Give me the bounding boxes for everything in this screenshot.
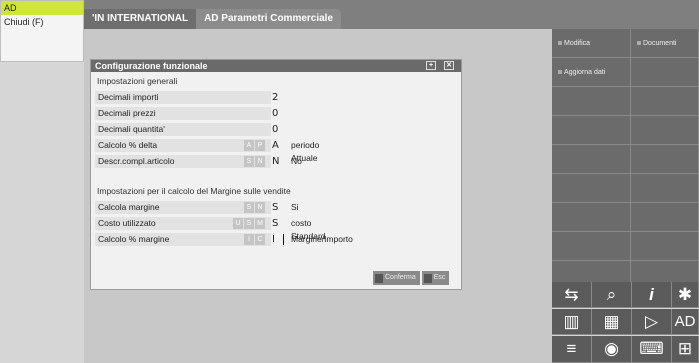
option-button-s[interactable]: S (244, 202, 254, 213)
option-buttons: U S M (233, 218, 265, 229)
sidebar-slot[interactable] (552, 174, 631, 203)
section-general-title: Impostazioni generali (97, 76, 178, 86)
value-field[interactable]: 2 (272, 91, 278, 104)
option-buttons: S N (244, 156, 265, 167)
sidebar-slot[interactable] (631, 58, 699, 87)
option-button-n[interactable]: N (255, 156, 265, 167)
play-icon[interactable]: ▷ (632, 309, 672, 335)
row-label: Decimali quantita' (95, 123, 271, 136)
info-icon[interactable]: i (632, 282, 672, 308)
option-button-s[interactable]: S (244, 156, 254, 167)
tab-company[interactable]: 'IN INTERNATIONAL (84, 9, 197, 29)
app-menu: AD Chiudi (F) (0, 0, 84, 62)
sidebar-slot[interactable] (631, 87, 699, 116)
grid-icon[interactable]: ⊞ (672, 336, 699, 363)
value-field[interactable]: 0 (272, 107, 278, 120)
option-button-n[interactable]: N (255, 202, 265, 213)
sidebar-slot[interactable] (552, 232, 631, 261)
ad-button[interactable]: AD (672, 309, 699, 335)
grid-arrows-icon[interactable]: ⇆ (552, 282, 592, 308)
value-description: No (291, 156, 302, 166)
sidebar-slot[interactable] (552, 116, 631, 145)
option-buttons: I C (244, 234, 265, 245)
modifica-label: Modifica (564, 40, 591, 47)
bullet-icon (558, 41, 562, 46)
option-button-s[interactable]: S (244, 218, 254, 229)
sidebar-slot[interactable] (631, 174, 699, 203)
sidebar-slot[interactable] (631, 145, 699, 174)
confirm-label: Conferma (385, 274, 416, 281)
menu-item-ad[interactable]: AD (1, 1, 83, 15)
option-button-i[interactable]: I (244, 234, 254, 245)
aggiorna-label: Aggiorna dati (564, 69, 606, 76)
keyboard-icon[interactable]: ⌨ (632, 336, 672, 363)
close-icon[interactable]: ✕ (444, 61, 454, 70)
menu-item-chiudi[interactable]: Chiudi (F) (1, 15, 83, 29)
option-button-u[interactable]: U (233, 218, 243, 229)
sidebar-slot[interactable] (631, 232, 699, 261)
calculator-icon[interactable]: ▦ (592, 309, 632, 335)
value-description: Margine/Importo (291, 234, 353, 244)
value-field[interactable]: S (272, 201, 278, 214)
value-field[interactable]: A (272, 139, 279, 152)
value-field[interactable]: S (272, 217, 278, 230)
text-lines-icon[interactable]: ≡ (552, 336, 592, 363)
tab-strip: 'IN INTERNATIONAL AD Parametri Commercia… (84, 9, 342, 29)
panel-footer: Conferma Esc (373, 271, 450, 285)
sw-icon[interactable]: ◉ (592, 336, 632, 363)
sidebar-slot[interactable] (631, 116, 699, 145)
config-panel: Configurazione funzionale + ✕ Impostazio… (90, 59, 462, 290)
option-buttons: S N (244, 202, 265, 213)
row-label: Decimali prezzi (95, 107, 271, 120)
value-field[interactable]: N (272, 155, 279, 168)
option-buttons: A P (244, 140, 265, 151)
document-search-icon[interactable]: ⌕ (592, 282, 632, 308)
esc-label: Esc (433, 274, 446, 281)
sidebar-slot[interactable] (631, 203, 699, 232)
bullet-icon (558, 70, 562, 75)
modifica-button[interactable]: Modifica (552, 29, 631, 58)
documenti-button[interactable]: Documenti (631, 29, 699, 58)
documenti-label: Documenti (643, 40, 677, 47)
option-button-a[interactable]: A (244, 140, 254, 151)
aggiorna-dati-button[interactable]: Aggiorna dati (552, 58, 631, 87)
option-button-p[interactable]: P (255, 140, 265, 151)
row-label: Decimali importi (95, 91, 271, 104)
right-sidebar: Modifica Documenti Aggiorna dati ⇆ ⌕ i ✱… (552, 29, 699, 363)
sidebar-slot[interactable] (552, 203, 631, 232)
bullet-icon (637, 41, 641, 46)
panel-title: Configurazione funzionale (95, 61, 208, 71)
confirm-icon (375, 273, 383, 283)
confirm-button[interactable]: Conferma (373, 271, 420, 285)
esc-button[interactable]: Esc (421, 271, 450, 285)
panel-header: Configurazione funzionale + ✕ (91, 60, 461, 72)
esc-icon (423, 273, 432, 283)
tab-ad-parametri[interactable]: AD Parametri Commerciale (196, 9, 342, 29)
fan-icon[interactable]: ✱ (672, 282, 699, 308)
value-field[interactable]: 0 (272, 123, 278, 136)
expand-icon[interactable]: + (426, 61, 436, 70)
value-description: Si (291, 202, 299, 212)
sidebar-slot[interactable] (552, 145, 631, 174)
calendar-icon[interactable]: ▥ (552, 309, 592, 335)
value-field[interactable]: I (272, 233, 275, 246)
text-cursor (283, 234, 284, 245)
section-margin-title: Impostazioni per il calcolo del Margine … (97, 186, 291, 196)
option-button-c[interactable]: C (255, 234, 265, 245)
sidebar-slot[interactable] (552, 87, 631, 116)
option-button-m[interactable]: M (255, 218, 265, 229)
